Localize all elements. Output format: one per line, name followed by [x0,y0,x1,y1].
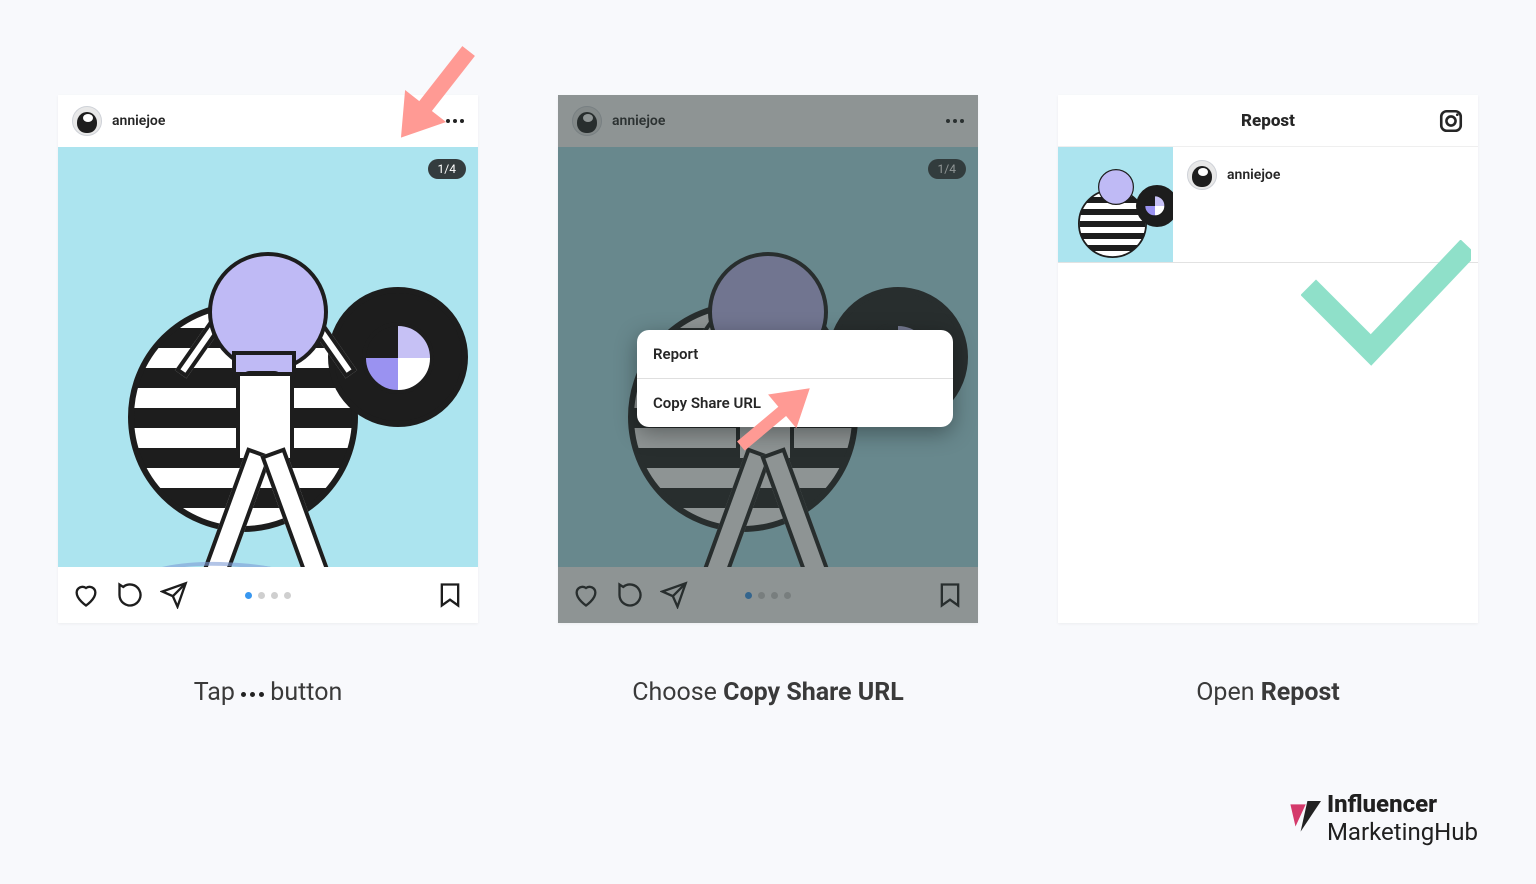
carousel-counter: 1/4 [428,159,466,179]
heart-icon[interactable] [72,581,100,609]
avatar [1187,160,1217,190]
post-image[interactable]: 1/4 [58,147,478,567]
avatar[interactable] [72,106,102,136]
instagram-icon[interactable] [1438,108,1464,134]
carousel-dots [245,592,291,599]
pointer-arrow-icon [739,390,829,469]
repost-thumbnail [1058,147,1173,262]
checkmark-icon [1301,240,1471,374]
repost-header: Repost [1058,95,1478,147]
repost-title: Repost [1241,111,1295,131]
step-1: anniejoe 1/4 Tap button [58,95,478,707]
step-3-caption: Open Repost [1196,678,1340,707]
pointer-arrow-icon [368,40,478,134]
instagram-post-panel-dimmed: anniejoe 1/4 Report Copy Share URL [558,95,978,623]
post-actions-bar [58,567,478,623]
bookmark-icon[interactable] [436,581,464,609]
username-label[interactable]: anniejoe [112,113,165,129]
repost-user: anniejoe [1173,147,1294,203]
step-3: Repost anniejoe Open Repost [1058,95,1478,707]
share-icon[interactable] [160,581,188,609]
instagram-post-panel: anniejoe 1/4 [58,95,478,623]
step-1-caption: Tap button [194,678,343,707]
comment-icon[interactable] [116,581,144,609]
step-2-caption: Choose Copy Share URL [632,678,904,707]
brand-logo: Influencer MarketingHub [1287,790,1478,846]
username-label: anniejoe [1227,167,1280,183]
